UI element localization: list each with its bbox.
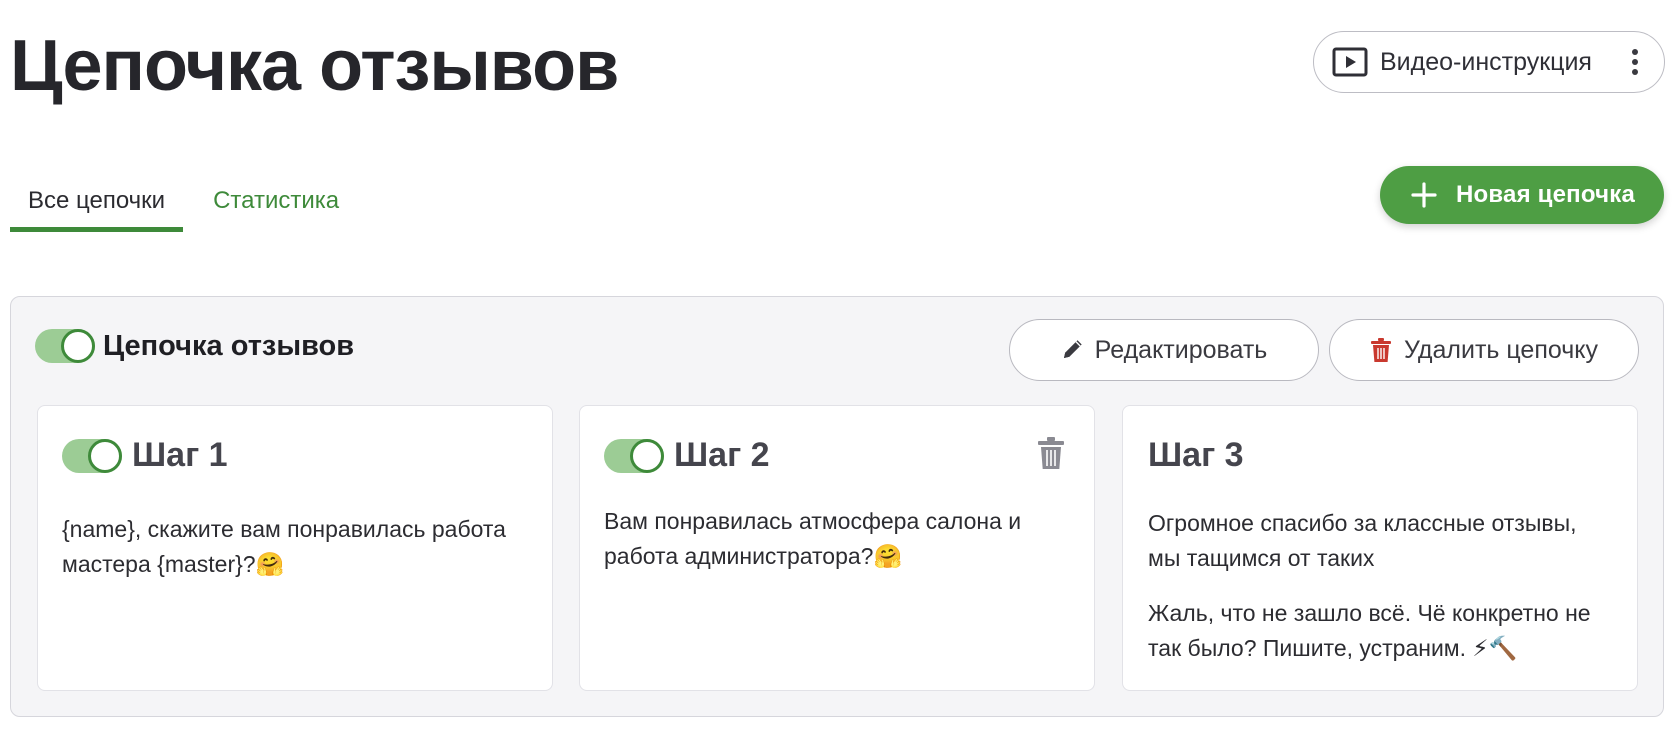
kebab-menu-icon[interactable] — [1620, 42, 1650, 82]
edit-chain-button[interactable]: Редактировать — [1009, 319, 1319, 381]
new-chain-button[interactable]: Новая цепочка — [1380, 166, 1664, 224]
tab-statistics[interactable]: Статистика — [195, 170, 357, 232]
chain-title: Цепочка отзывов — [103, 329, 355, 362]
step-2-header: Шаг 2 — [604, 436, 770, 475]
step-1-toggle[interactable] — [62, 438, 122, 473]
step-2-title: Шаг 2 — [674, 436, 770, 474]
step-3-message-positive: Огромное спасибо за классные отзывы, мы … — [1148, 510, 1577, 571]
video-instruction-button[interactable]: Видео-инструкция — [1313, 31, 1665, 93]
step-3-message-negative: Жаль, что не зашло всё. Чё конкретно не … — [1148, 600, 1591, 661]
step-3-title: Шаг 3 — [1148, 436, 1244, 474]
toggle-knob — [88, 438, 122, 473]
step-1-header: Шаг 1 — [62, 436, 228, 475]
chain-panel: Цепочка отзывов Редактировать Удалить це… — [10, 296, 1664, 717]
step-2-toggle[interactable] — [604, 438, 664, 473]
page: Цепочка отзывов Видео-инструкция Все цеп… — [0, 0, 1680, 729]
delete-chain-label: Удалить цепочку — [1404, 335, 1598, 364]
step-2-message: Вам понравилась атмосфера салона и работ… — [604, 508, 1022, 569]
step-card-1: Шаг 1 {name}, скажите вам понравилась ра… — [37, 405, 553, 691]
pencil-icon — [1061, 337, 1085, 363]
edit-chain-label: Редактировать — [1094, 335, 1268, 364]
toggle-knob — [630, 438, 664, 473]
step-3-header: Шаг 3 — [1148, 436, 1244, 475]
new-chain-label: Новая цепочка — [1456, 181, 1636, 208]
step-card-2: Шаг 2 Вам понравилась атмосфера салона и… — [579, 405, 1095, 691]
tab-all-chains[interactable]: Все цепочки — [10, 170, 184, 232]
step-card-3: Шаг 3 Огромное спасибо за классные отзыв… — [1122, 405, 1638, 691]
chain-toggle[interactable] — [35, 329, 95, 363]
delete-chain-button[interactable]: Удалить цепочку — [1329, 319, 1639, 381]
tab-bar: Все цепочки Статистика — [10, 170, 357, 232]
step-1-title: Шаг 1 — [132, 436, 228, 474]
play-icon — [1332, 47, 1368, 77]
plus-icon — [1410, 181, 1438, 209]
chain-header: Цепочка отзывов — [35, 329, 354, 363]
page-title: Цепочка отзывов — [10, 26, 619, 106]
step-2-delete-icon[interactable] — [1036, 436, 1066, 470]
trash-icon — [1370, 337, 1394, 363]
video-instruction-label: Видео-инструкция — [1380, 47, 1592, 76]
step-1-message: {name}, скажите вам понравилась работа м… — [62, 516, 506, 577]
toggle-knob — [61, 329, 95, 363]
